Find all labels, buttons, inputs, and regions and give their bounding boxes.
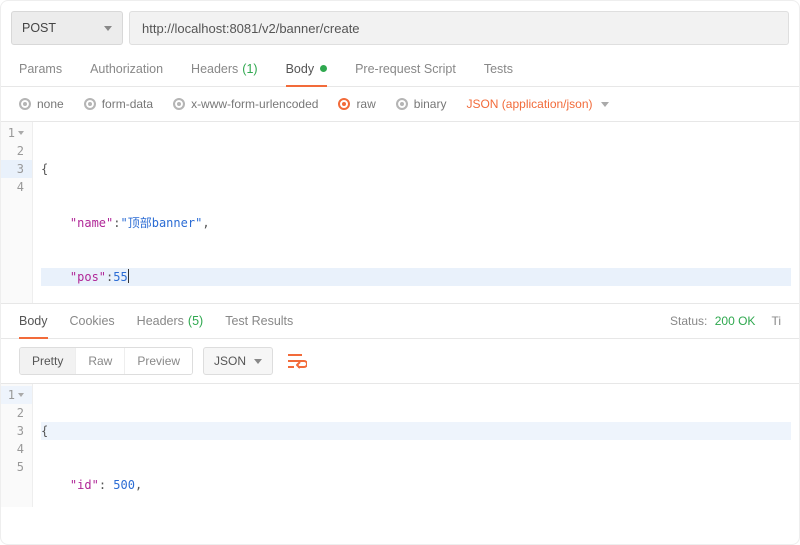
status-value: 200 OK bbox=[715, 314, 756, 328]
tab-label: Headers bbox=[191, 62, 238, 76]
code-token: { bbox=[41, 424, 48, 438]
radio-icon bbox=[173, 98, 185, 110]
status-label: Status: bbox=[670, 314, 707, 328]
tab-headers[interactable]: Headers (1) bbox=[191, 51, 258, 86]
tab-params[interactable]: Params bbox=[19, 51, 62, 86]
tab-label: Authorization bbox=[90, 62, 163, 76]
body-modified-dot-icon bbox=[320, 65, 327, 72]
resp-tab-headers[interactable]: Headers (5) bbox=[137, 304, 204, 338]
text-caret-icon bbox=[128, 269, 129, 283]
chevron-down-icon bbox=[254, 359, 262, 364]
body-type-binary[interactable]: binary bbox=[396, 97, 447, 111]
response-tabs: Body Cookies Headers (5) Test Results St… bbox=[1, 303, 799, 339]
tab-label: Headers bbox=[137, 314, 184, 328]
tab-label: Body bbox=[286, 62, 315, 76]
tab-label: Pre-request Script bbox=[355, 62, 456, 76]
radio-icon bbox=[338, 98, 350, 110]
tab-authorization[interactable]: Authorization bbox=[90, 51, 163, 86]
chevron-down-icon bbox=[601, 102, 609, 107]
fold-icon[interactable] bbox=[18, 393, 24, 397]
radio-icon bbox=[396, 98, 408, 110]
code-area[interactable]: { "id": 500, "name": "顶部banner", "pos": … bbox=[33, 384, 799, 507]
resp-tab-body[interactable]: Body bbox=[19, 304, 48, 338]
response-view-bar: Pretty Raw Preview JSON bbox=[1, 339, 799, 383]
tab-body[interactable]: Body bbox=[286, 51, 328, 86]
view-raw-button[interactable]: Raw bbox=[76, 348, 125, 374]
radio-label: raw bbox=[356, 97, 375, 111]
view-pretty-button[interactable]: Pretty bbox=[20, 348, 76, 374]
body-type-none[interactable]: none bbox=[19, 97, 64, 111]
view-preview-button[interactable]: Preview bbox=[125, 348, 192, 374]
format-label: JSON bbox=[214, 354, 246, 368]
chevron-down-icon bbox=[104, 26, 112, 31]
body-type-raw[interactable]: raw bbox=[338, 97, 375, 111]
line-gutter: 1 2 3 4 bbox=[1, 122, 33, 303]
resp-tab-test-results[interactable]: Test Results bbox=[225, 304, 293, 338]
body-type-form-data[interactable]: form-data bbox=[84, 97, 153, 111]
tab-prerequest[interactable]: Pre-request Script bbox=[355, 51, 456, 86]
response-body-viewer[interactable]: 1 2 3 4 5 { "id": 500, "name": "顶部banner… bbox=[1, 383, 799, 507]
view-mode-group: Pretty Raw Preview bbox=[19, 347, 193, 375]
request-bar: POST http://localhost:8081/v2/banner/cre… bbox=[1, 1, 799, 51]
wrap-lines-button[interactable] bbox=[283, 347, 311, 375]
tab-label: Body bbox=[19, 314, 48, 328]
code-token: "pos" bbox=[70, 270, 106, 284]
code-token: "name" bbox=[70, 216, 113, 230]
radio-icon bbox=[19, 98, 31, 110]
http-method-value: POST bbox=[22, 21, 56, 35]
code-token: 55 bbox=[113, 270, 127, 284]
request-tabs: Params Authorization Headers (1) Body Pr… bbox=[1, 51, 799, 87]
response-format-select[interactable]: JSON bbox=[203, 347, 273, 375]
code-token: 500 bbox=[113, 478, 135, 492]
resp-tab-cookies[interactable]: Cookies bbox=[70, 304, 115, 338]
wrap-lines-icon bbox=[287, 353, 307, 369]
radio-label: form-data bbox=[102, 97, 153, 111]
http-method-select[interactable]: POST bbox=[11, 11, 123, 45]
response-meta: Status: 200 OK Ti bbox=[670, 314, 781, 328]
btn-label: Pretty bbox=[32, 354, 63, 368]
headers-count: (5) bbox=[188, 314, 203, 328]
time-label: Ti bbox=[771, 314, 781, 328]
code-token: { bbox=[41, 162, 48, 176]
line-gutter: 1 2 3 4 5 bbox=[1, 384, 33, 507]
code-area[interactable]: { "name":"顶部banner", "pos":55 } bbox=[33, 122, 799, 303]
radio-icon bbox=[84, 98, 96, 110]
radio-label: x-www-form-urlencoded bbox=[191, 97, 318, 111]
content-type-label: JSON (application/json) bbox=[466, 97, 592, 111]
btn-label: Preview bbox=[137, 354, 180, 368]
body-type-row: none form-data x-www-form-urlencoded raw… bbox=[1, 87, 799, 121]
headers-count: (1) bbox=[242, 62, 257, 76]
url-value: http://localhost:8081/v2/banner/create bbox=[142, 21, 360, 36]
status-block: Status: 200 OK bbox=[670, 314, 755, 328]
tab-label: Test Results bbox=[225, 314, 293, 328]
body-type-urlencoded[interactable]: x-www-form-urlencoded bbox=[173, 97, 318, 111]
radio-label: binary bbox=[414, 97, 447, 111]
tab-label: Tests bbox=[484, 62, 513, 76]
radio-label: none bbox=[37, 97, 64, 111]
request-body-editor[interactable]: 1 2 3 4 { "name":"顶部banner", "pos":55 } bbox=[1, 121, 799, 303]
code-token: "id" bbox=[70, 478, 99, 492]
tab-tests[interactable]: Tests bbox=[484, 51, 513, 86]
btn-label: Raw bbox=[88, 354, 112, 368]
tab-label: Params bbox=[19, 62, 62, 76]
content-type-select[interactable]: JSON (application/json) bbox=[466, 97, 608, 111]
code-token: "顶部banner" bbox=[121, 216, 203, 230]
tab-label: Cookies bbox=[70, 314, 115, 328]
fold-icon[interactable] bbox=[18, 131, 24, 135]
url-input[interactable]: http://localhost:8081/v2/banner/create bbox=[129, 11, 789, 45]
